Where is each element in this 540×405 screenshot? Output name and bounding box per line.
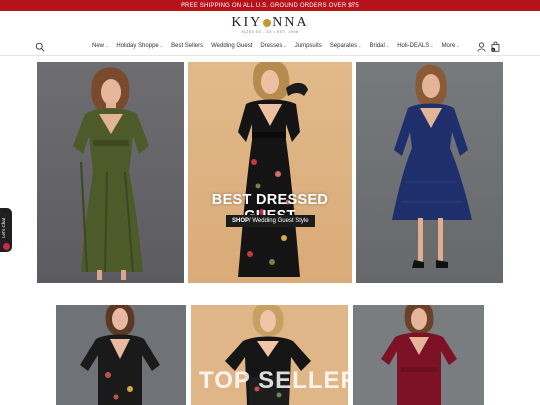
nav-item-holiday-shoppe[interactable]: Holiday Shoppe⌄ <box>116 43 163 49</box>
shop-wedding-guest-button[interactable]: SHOP / Wedding Guest Style <box>226 215 315 227</box>
nav-item-label: Dresses <box>260 43 283 49</box>
nav-item-label: Jumpsuits <box>294 43 322 49</box>
account-icon[interactable] <box>477 42 486 52</box>
search-icon[interactable] <box>35 42 45 52</box>
chevron-down-icon: ⌄ <box>385 43 390 48</box>
nav-item-bridal[interactable]: Bridal⌄ <box>369 43 389 49</box>
hero-panel-navy-dress[interactable] <box>356 62 503 283</box>
tile-top-sellers[interactable]: TOP SELLERS <box>191 305 348 405</box>
nav-item-holi-deals[interactable]: Holi-DEALS⌄ <box>397 43 433 49</box>
chevron-down-icon: ⌄ <box>159 43 164 48</box>
chevron-down-icon: ⌄ <box>430 43 434 48</box>
brand-tagline: SIZES 0X - 5X • EST. 1996 <box>241 30 299 34</box>
nav-item-wedding-guest[interactable]: Wedding Guest <box>211 43 252 49</box>
chevron-down-icon: ⌄ <box>358 43 362 48</box>
tile-floral-dress[interactable] <box>56 305 186 405</box>
brand-logo[interactable]: KIY NNA SIZES 0X - 5X • EST. 1996 <box>0 13 540 34</box>
shopping-bag-icon[interactable]: 0 <box>491 41 500 52</box>
chat-side-tab[interactable]: Let's Chat <box>0 208 12 252</box>
brand-name-left: KIY <box>231 15 263 30</box>
nav-item-label: Holiday Shoppe <box>116 43 159 49</box>
nav-item-best-sellers[interactable]: Best Sellers <box>171 43 203 49</box>
chat-tab-label: Let's Chat <box>1 217 6 238</box>
promo-text[interactable]: FREE SHIPPING ON ALL U.S. GROUND ORDERS … <box>181 3 359 9</box>
model-image-black-floral-gown <box>238 62 308 277</box>
nav-item-label: More <box>441 43 456 49</box>
promo-prev-arrow[interactable]: ‹ <box>183 0 185 11</box>
nav-item-label: Best Sellers <box>171 43 204 49</box>
chevron-down-icon: ⌄ <box>456 43 460 48</box>
chevron-down-icon: ⌄ <box>283 43 287 48</box>
hero-panel-green-dress[interactable] <box>37 62 184 283</box>
shop-button-link: / Wedding Guest Style <box>249 218 309 224</box>
model-image-floral-wrap-dress <box>80 305 160 405</box>
model-image-red-velvet-dress <box>381 305 457 405</box>
nav-item-more[interactable]: More⌄ <box>442 43 460 49</box>
nav-item-label: New <box>92 43 105 49</box>
promo-bar: ‹ FREE SHIPPING ON ALL U.S. GROUND ORDER… <box>0 0 540 11</box>
nav-item-separates[interactable]: Separates⌄ <box>330 43 362 49</box>
promo-next-arrow[interactable]: › <box>351 0 353 11</box>
model-image-green-velvet-gown <box>73 67 149 280</box>
nav-item-label: Bridal <box>369 43 385 49</box>
brand-name-right: NNA <box>272 15 309 30</box>
brand-wordmark: KIY NNA <box>231 15 308 31</box>
nav-item-label: Wedding Guest <box>211 43 253 49</box>
chevron-down-icon: ⌄ <box>105 43 109 48</box>
logo-flower-icon <box>263 19 272 27</box>
hero-panel-best-dressed[interactable]: BEST DRESSED GUEST SHOP / Wedding Guest … <box>188 62 352 283</box>
model-image-navy-lace-dress <box>392 64 472 268</box>
tile-red-velvet-dress[interactable] <box>353 305 484 405</box>
nav-item-dresses[interactable]: Dresses⌄ <box>260 43 286 49</box>
tile-overlay-text: TOP SELLERS <box>199 367 348 394</box>
main-navigation: New⌄ Holiday Shoppe⌄ Best Sellers Wedding G… <box>0 38 540 56</box>
shop-button-label: SHOP <box>232 218 250 224</box>
chat-heart-icon <box>3 243 10 250</box>
nav-item-label: Holi-DEALS <box>397 43 430 49</box>
nav-menu: New⌄ Holiday Shoppe⌄ Best Sellers Wedding G… <box>92 43 468 49</box>
nav-item-jumpsuits[interactable]: Jumpsuits <box>295 43 322 49</box>
nav-item-label: Separates <box>329 43 358 49</box>
nav-item-new[interactable]: New⌄ <box>92 43 108 49</box>
